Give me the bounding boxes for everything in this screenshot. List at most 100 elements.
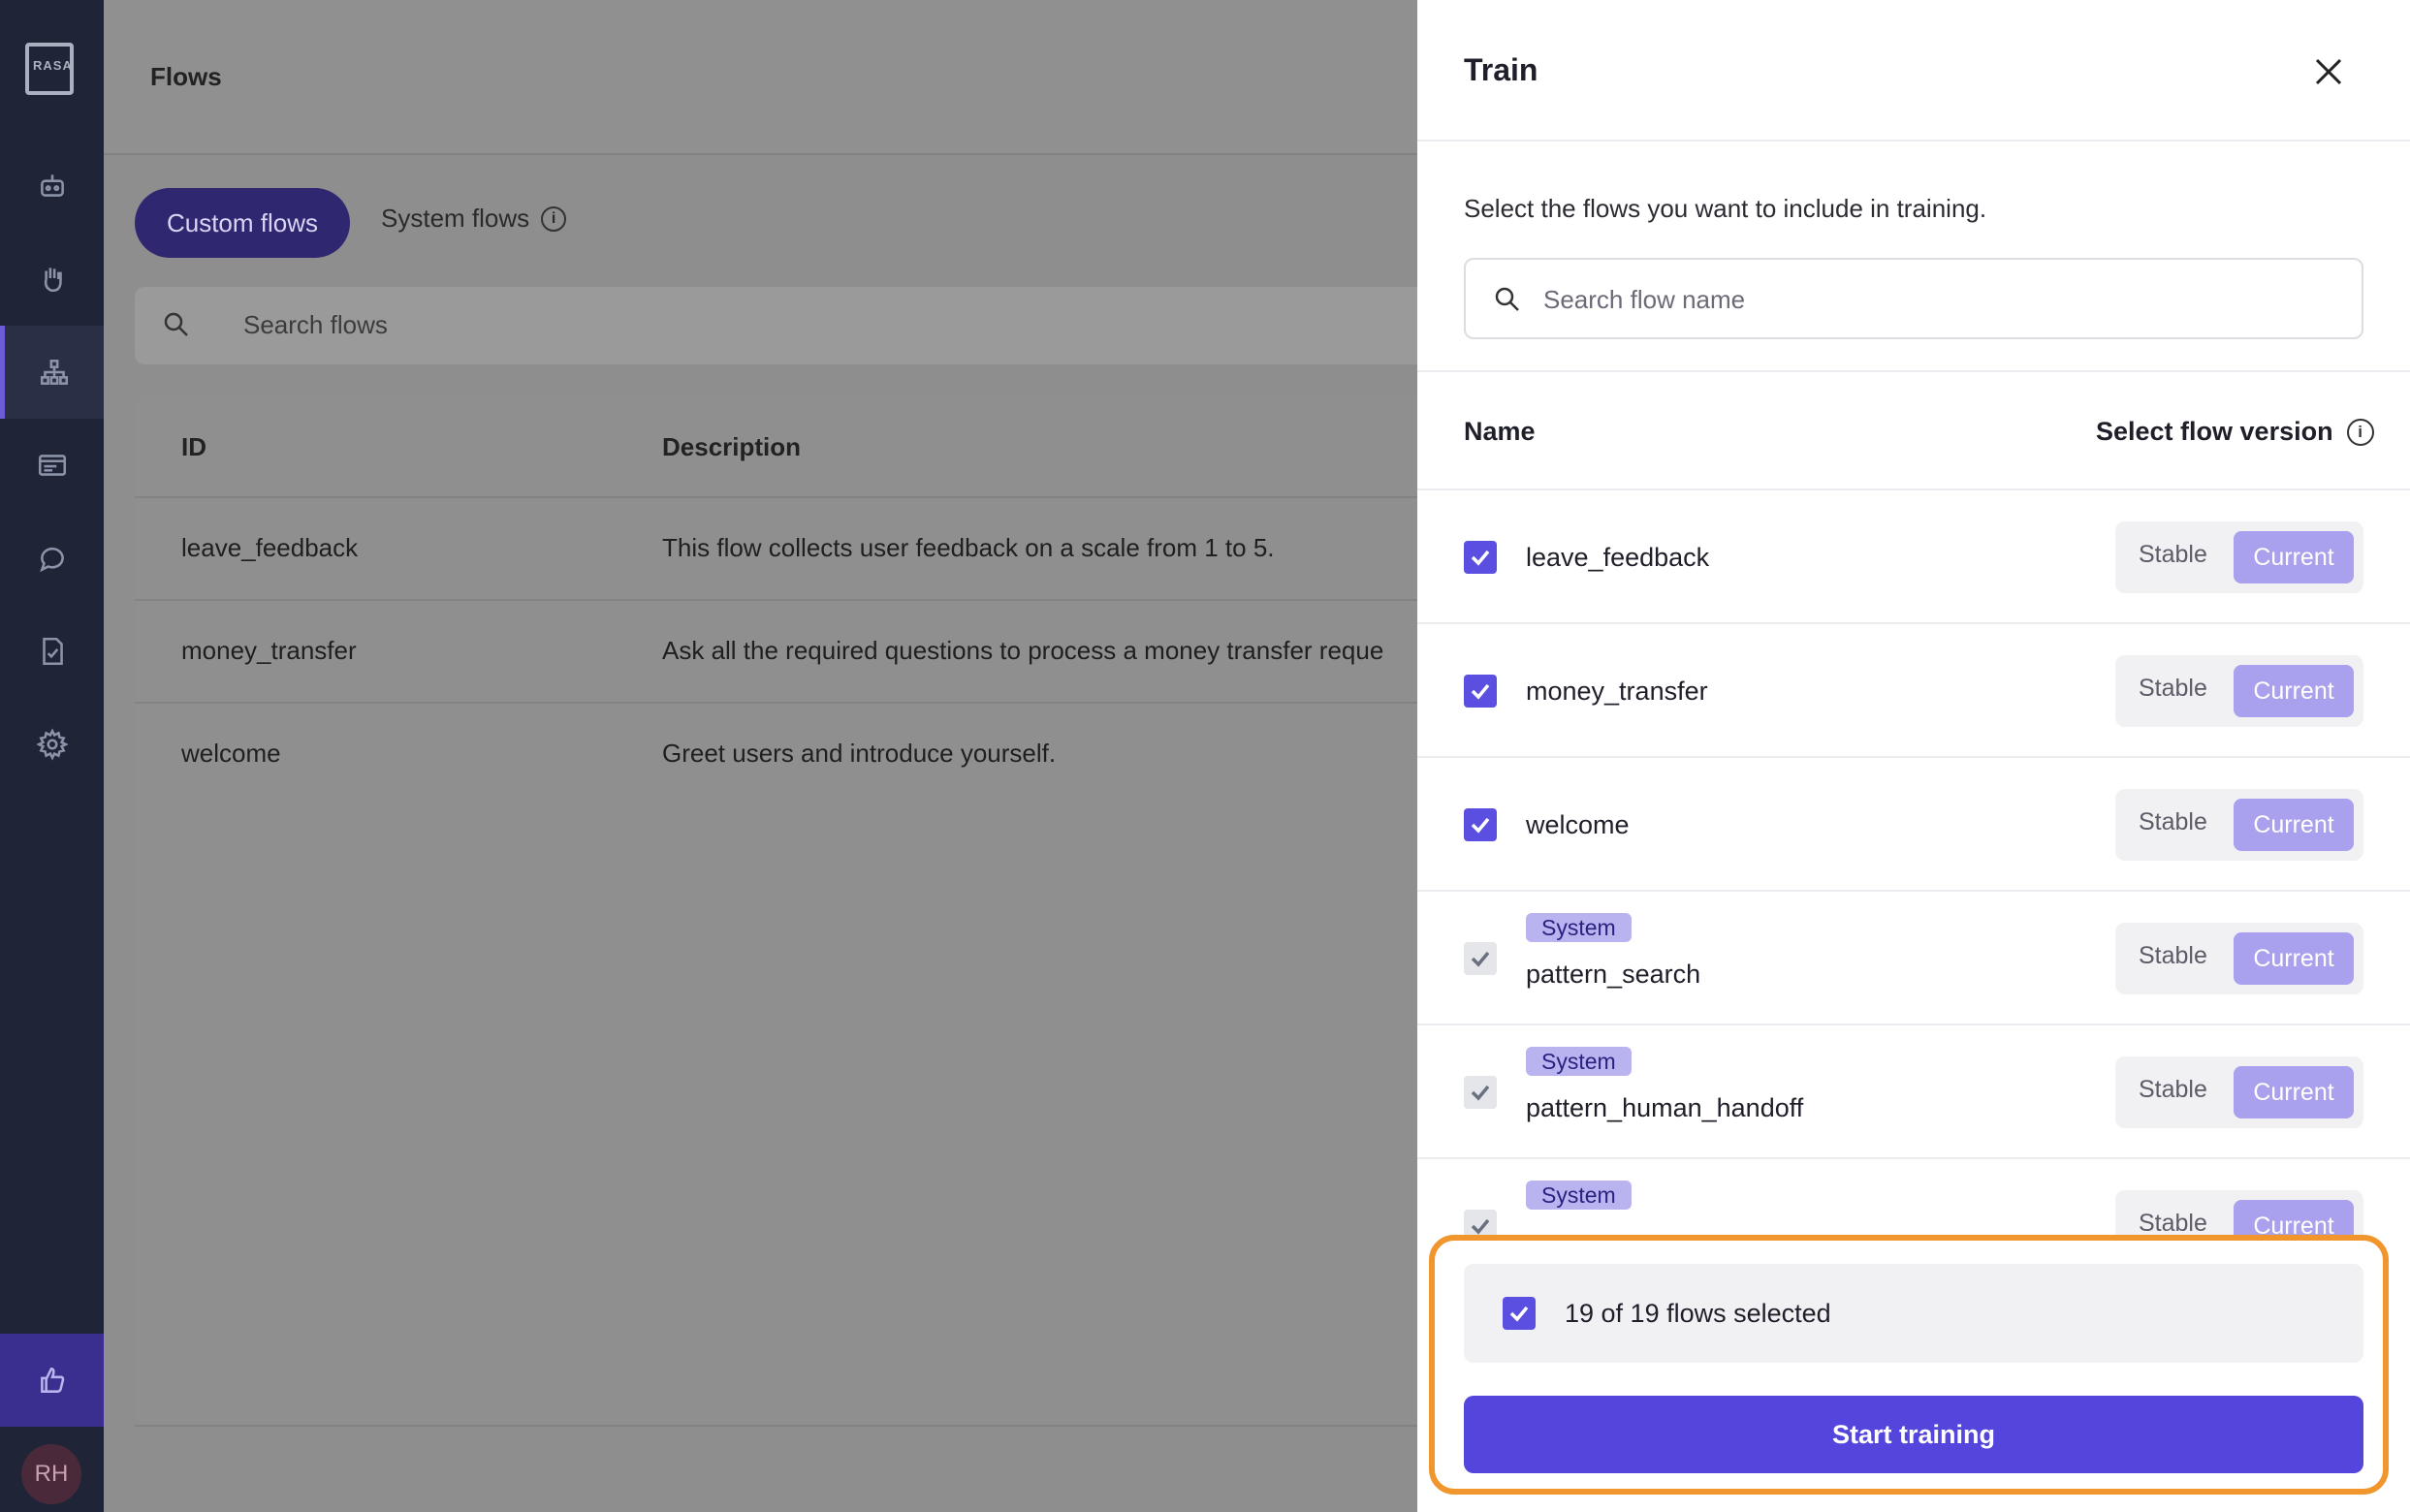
panel-title: Train (1464, 52, 1538, 87)
checkmark-icon (1471, 1085, 1490, 1101)
checkmark-icon (1471, 550, 1490, 566)
flow-checkbox[interactable] (1464, 541, 1497, 574)
page-header: Flows (104, 0, 1417, 155)
flow-checkbox[interactable] (1464, 808, 1497, 841)
column-header-version: Select flow version i (2096, 417, 2374, 447)
checkmark-icon (1471, 817, 1490, 834)
flow-checkbox-disabled (1464, 1076, 1497, 1109)
search-flow-name-input[interactable]: Search flow name (1464, 258, 2363, 339)
tab-custom-flows[interactable]: Custom flows (135, 188, 350, 258)
version-stable-button[interactable]: Stable (2139, 808, 2207, 836)
version-current-button[interactable]: Current (2234, 932, 2354, 985)
version-stable-button[interactable]: Stable (2139, 1076, 2207, 1104)
list-item: welcome Stable Current (1417, 758, 2410, 892)
list-item: System Stable Current (1417, 1159, 2410, 1237)
version-toggle: Stable Current (2115, 923, 2363, 994)
list-item: leave_feedback Stable Current (1417, 490, 2410, 624)
close-icon[interactable] (2309, 52, 2348, 91)
panel-intro-text: Select the flows you want to include in … (1464, 194, 1987, 223)
info-icon[interactable]: i (2346, 418, 2374, 446)
version-current-button[interactable]: Current (2234, 799, 2354, 851)
cell-description: Greet users and introduce yourself. (662, 739, 1057, 768)
logo-text: RASA (33, 58, 73, 73)
flows-icon (40, 360, 69, 385)
list-item: System pattern_search Stable Current (1417, 892, 2410, 1025)
column-header-name: Name (1464, 417, 1536, 446)
flow-checkbox[interactable] (1464, 675, 1497, 708)
column-header-id: ID (181, 432, 206, 461)
divider (1417, 140, 2410, 142)
hand-icon (44, 268, 62, 293)
system-badge: System (1526, 1047, 1632, 1076)
sidebar-item-tests[interactable] (0, 605, 104, 698)
divider (1417, 370, 2410, 372)
table-row[interactable]: welcome Greet users and introduce yourse… (135, 702, 1434, 804)
version-toggle: Stable Current (2115, 1190, 2363, 1237)
cell-description: This flow collects user feedback on a sc… (662, 533, 1275, 562)
flows-table: ID Description leave_feedback This flow … (135, 395, 1434, 1428)
gear-icon (35, 728, 69, 761)
column-header-description: Description (662, 432, 802, 461)
cell-id: money_transfer (181, 636, 357, 665)
rasa-logo[interactable]: RASA (25, 43, 74, 95)
version-toggle: Stable Current (2115, 789, 2363, 861)
version-current-button[interactable]: Current (2234, 1200, 2354, 1237)
thumbs-up-icon (40, 1368, 64, 1393)
checkmark-icon (1471, 951, 1490, 967)
version-stable-button[interactable]: Stable (2139, 1210, 2207, 1237)
cell-id: leave_feedback (181, 533, 359, 562)
robot-icon (40, 174, 64, 197)
version-current-button[interactable]: Current (2234, 665, 2354, 717)
page-title: Flows (150, 62, 222, 91)
system-badge: System (1526, 1181, 1632, 1210)
search-icon (164, 312, 188, 336)
version-stable-button[interactable]: Stable (2139, 675, 2207, 703)
sidebar-item-settings[interactable] (0, 698, 104, 791)
table-row[interactable]: money_transfer Ask all the required ques… (135, 599, 1434, 702)
tab-system-flows[interactable]: System flows i (381, 204, 567, 234)
version-current-button[interactable]: Current (2234, 1066, 2354, 1118)
cell-description: Ask all the required questions to proces… (662, 636, 1384, 665)
cell-id: welcome (181, 739, 281, 768)
table-row[interactable]: leave_feedback This flow collects user f… (135, 496, 1434, 599)
avatar[interactable]: RH (21, 1444, 81, 1504)
version-current-button[interactable]: Current (2234, 531, 2354, 583)
sidebar-item-hand[interactable] (0, 233, 104, 326)
flow-name: leave_feedback (1526, 543, 1710, 572)
sidebar-item-responses[interactable] (0, 419, 104, 512)
flow-checkbox-disabled (1464, 942, 1497, 975)
highlight-outline (1429, 1235, 2389, 1495)
version-stable-button[interactable]: Stable (2139, 942, 2207, 970)
flow-name: money_transfer (1526, 677, 1708, 706)
sidebar-item-conversations[interactable] (0, 512, 104, 605)
version-stable-button[interactable]: Stable (2139, 541, 2207, 569)
sidebar-item-flows[interactable] (0, 326, 104, 419)
feedback-button[interactable] (0, 1334, 104, 1427)
version-toggle: Stable Current (2115, 1056, 2363, 1128)
flow-name: pattern_search (1526, 960, 1701, 989)
flow-checkbox-disabled (1464, 1210, 1497, 1237)
main-content: Flows Custom flows System flows i Search… (104, 0, 1434, 1512)
checkmark-icon (1471, 1218, 1490, 1235)
chat-icon (39, 547, 64, 573)
checkmark-icon (1471, 683, 1490, 700)
footer-divider (135, 1425, 1434, 1427)
checklist-icon (42, 637, 63, 666)
sidebar: RASA RH (0, 0, 104, 1512)
column-header-version-label: Select flow version (2096, 417, 2333, 446)
list-item: System pattern_human_handoff Stable Curr… (1417, 1025, 2410, 1159)
version-toggle: Stable Current (2115, 655, 2363, 727)
responses-icon (38, 455, 66, 476)
info-icon[interactable]: i (541, 205, 567, 232)
flow-name: welcome (1526, 810, 1630, 839)
search-flows-input[interactable]: Search flows (135, 287, 1434, 364)
flow-list: leave_feedback Stable Current money_tran… (1417, 490, 2410, 1237)
system-badge: System (1526, 913, 1632, 942)
flow-name: pattern_human_handoff (1526, 1093, 1804, 1122)
tab-system-flows-label: System flows (381, 204, 530, 233)
search-placeholder: Search flows (243, 310, 388, 339)
list-item: money_transfer Stable Current (1417, 624, 2410, 758)
search-placeholder: Search flow name (1543, 285, 1746, 314)
version-toggle: Stable Current (2115, 521, 2363, 593)
sidebar-item-assistant[interactable] (0, 140, 104, 233)
